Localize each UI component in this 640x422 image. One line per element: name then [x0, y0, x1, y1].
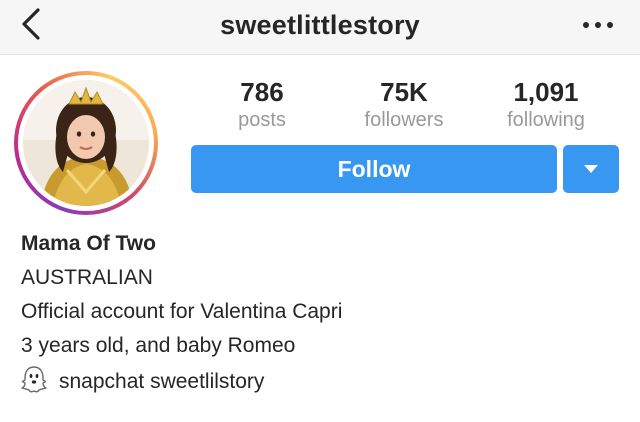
more-dots-icon — [583, 22, 613, 28]
suggestions-dropdown-button[interactable] — [563, 145, 619, 193]
followers-count: 75K — [380, 77, 428, 107]
followers-stat[interactable]: 75K followers — [344, 77, 464, 133]
bio-line: Official account for Valentina Capri — [21, 300, 343, 323]
following-label: following — [507, 109, 585, 131]
posts-count: 786 — [240, 77, 284, 107]
snapchat-handle: snapchat sweetlilstory — [59, 370, 265, 393]
posts-label: posts — [238, 109, 286, 131]
following-count: 1,091 — [513, 77, 579, 107]
top-bar: sweetlittlestory — [0, 0, 640, 55]
profile-section: 786 posts 75K followers 1,091 following … — [0, 55, 640, 422]
avatar-photo — [23, 80, 149, 206]
ghost-icon — [21, 365, 47, 393]
bio-section: Mama Of Two AUSTRALIAN Official account … — [21, 227, 621, 399]
posts-stat[interactable]: 786 posts — [202, 77, 322, 133]
followers-label: followers — [364, 109, 444, 131]
following-stat[interactable]: 1,091 following — [486, 77, 606, 133]
snapchat-line: snapchat sweetlilstory — [21, 365, 621, 399]
bio-line: 3 years old, and baby Romeo — [21, 334, 296, 357]
caret-down-icon — [584, 165, 598, 173]
profile-avatar — [23, 80, 149, 206]
bio-line: AUSTRALIAN — [21, 266, 153, 289]
profile-screen: sweetlittlestory 786 posts 75K followers… — [0, 0, 640, 422]
bio-name: Mama Of Two — [21, 232, 156, 255]
story-ring[interactable] — [14, 71, 158, 215]
profile-username: sweetlittlestory — [220, 10, 420, 40]
avatar-border — [18, 75, 154, 211]
more-options-button[interactable] — [578, 8, 618, 42]
follow-button[interactable]: Follow — [191, 145, 557, 193]
